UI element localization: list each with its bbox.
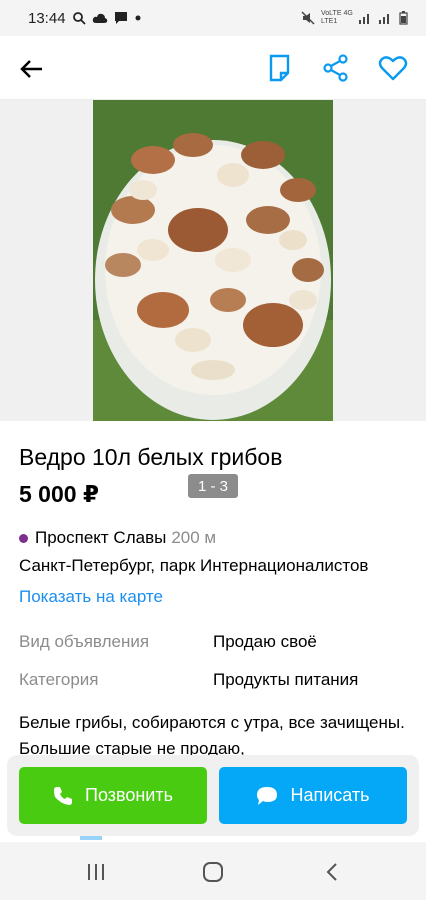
favorite-button[interactable] — [378, 54, 408, 82]
photo-gallery[interactable]: 1 - 3 Avito — [0, 100, 426, 511]
signal-icon — [359, 14, 369, 24]
watermark-text: Avito — [285, 494, 319, 511]
search-icon — [72, 12, 86, 25]
chevron-left-icon — [326, 863, 337, 881]
show-on-map-link[interactable]: Показать на карте — [19, 587, 163, 607]
mute-icon — [301, 11, 315, 25]
param-key: Категория — [19, 670, 99, 689]
status-time: 13:44 — [28, 9, 66, 27]
param-key: Вид объявления — [19, 632, 150, 651]
hidden-link-fragment — [80, 836, 102, 840]
write-button-label: Написать — [290, 785, 370, 805]
metro-station: Проспект Славы — [35, 528, 167, 547]
param-value: Продаю своё — [213, 632, 317, 651]
metro-distance: 200 м — [171, 528, 217, 547]
screen: 13:44 VoLTE 4G LTE1 1 - 3 Avito Ведро 10… — [0, 0, 426, 900]
recent-apps-button[interactable] — [84, 860, 108, 884]
call-button[interactable]: Позвонить — [19, 767, 207, 824]
contact-action-panel: Позвонить Написать — [7, 755, 419, 836]
battery-icon — [399, 11, 408, 25]
network-label: VoLTE 4G LTE1 — [321, 10, 353, 25]
signal-icon-2 — [379, 14, 389, 24]
listing-price: 5 000 ₽ — [19, 481, 99, 507]
metro-row: Проспект Славы 200 м — [19, 528, 216, 548]
heart-icon — [378, 56, 408, 81]
share-button[interactable] — [322, 53, 350, 83]
avito-logo-icon — [263, 496, 280, 509]
mushroom-bucket-image — [93, 100, 333, 421]
cloud-icon — [92, 13, 107, 23]
photo-counter: 1 - 3 — [188, 474, 238, 498]
share-icon — [323, 54, 348, 82]
listing-photo[interactable] — [93, 100, 333, 421]
home-button[interactable] — [201, 860, 225, 884]
address: Санкт-Петербург, парк Интернационалистов — [19, 556, 369, 575]
dot-icon — [135, 15, 141, 21]
listing-title: Ведро 10л белых грибов — [19, 444, 283, 470]
avito-watermark: Avito — [262, 494, 318, 511]
recent-apps-icon — [88, 864, 104, 880]
metro-line-dot — [19, 533, 28, 543]
call-button-label: Позвонить — [85, 785, 173, 805]
status-bar: 13:44 VoLTE 4G LTE1 — [0, 0, 426, 36]
back-arrow-icon — [20, 60, 42, 78]
write-button[interactable]: Написать — [219, 767, 407, 824]
phone-icon — [54, 786, 72, 805]
message-icon — [114, 12, 127, 24]
home-icon — [203, 862, 223, 882]
app-bar — [0, 36, 426, 100]
note-button[interactable] — [266, 53, 294, 83]
param-value: Продукты питания — [213, 670, 359, 689]
back-nav-button[interactable] — [320, 860, 344, 884]
back-button[interactable] — [18, 55, 46, 83]
note-icon — [269, 54, 290, 82]
system-nav-bar — [0, 842, 426, 900]
chat-bubble-icon — [257, 786, 278, 805]
